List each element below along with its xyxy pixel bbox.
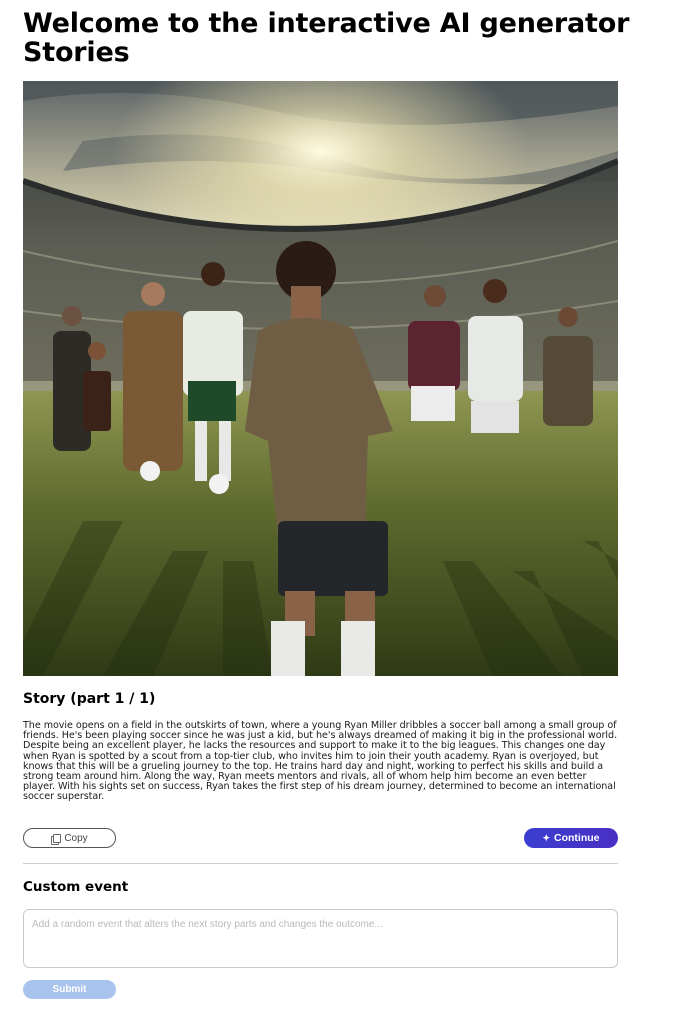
story-heading: Story (part 1 / 1)	[23, 691, 156, 707]
story-illustration-image	[23, 81, 618, 676]
section-divider	[23, 863, 618, 864]
page: Welcome to the interactive AI generator …	[0, 0, 695, 1024]
story-illustration	[23, 81, 618, 676]
copy-button-label: Copy	[64, 832, 88, 844]
continue-button-label: Continue	[554, 832, 600, 844]
copy-button[interactable]: Copy	[23, 828, 116, 848]
custom-event-heading: Custom event	[23, 879, 129, 895]
page-title: Welcome to the interactive AI generator …	[23, 8, 630, 68]
sparkle-icon: ✦	[542, 832, 551, 843]
continue-button[interactable]: ✦ Continue	[524, 828, 618, 848]
story-text: The movie opens on a field in the outski…	[23, 720, 618, 803]
custom-event-input[interactable]	[23, 909, 618, 968]
submit-button[interactable]: Submit	[23, 980, 116, 999]
copy-icon	[51, 833, 62, 845]
